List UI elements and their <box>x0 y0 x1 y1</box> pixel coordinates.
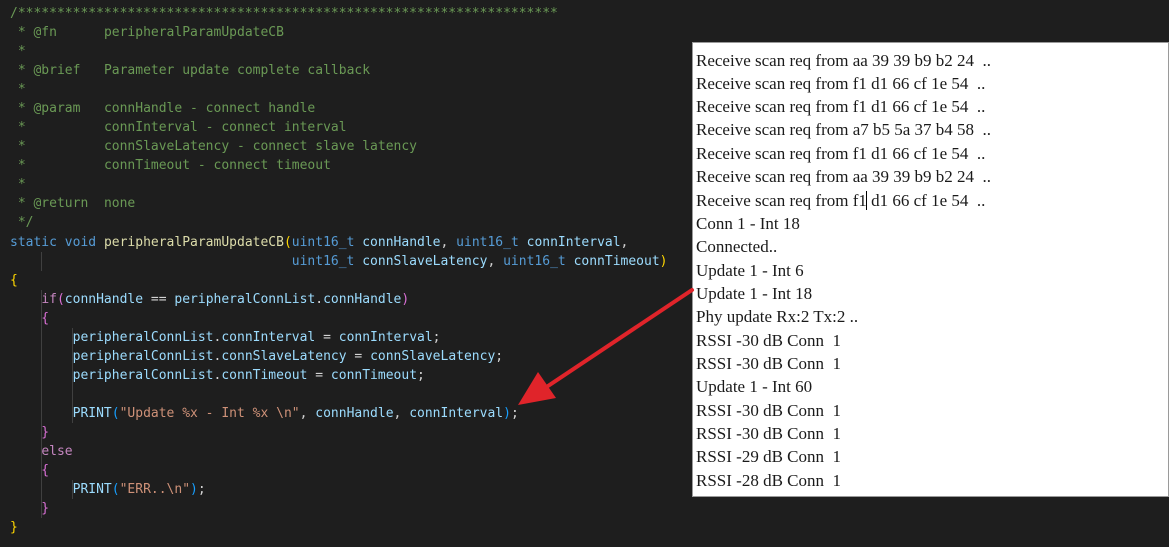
annotation-arrow <box>518 288 694 405</box>
